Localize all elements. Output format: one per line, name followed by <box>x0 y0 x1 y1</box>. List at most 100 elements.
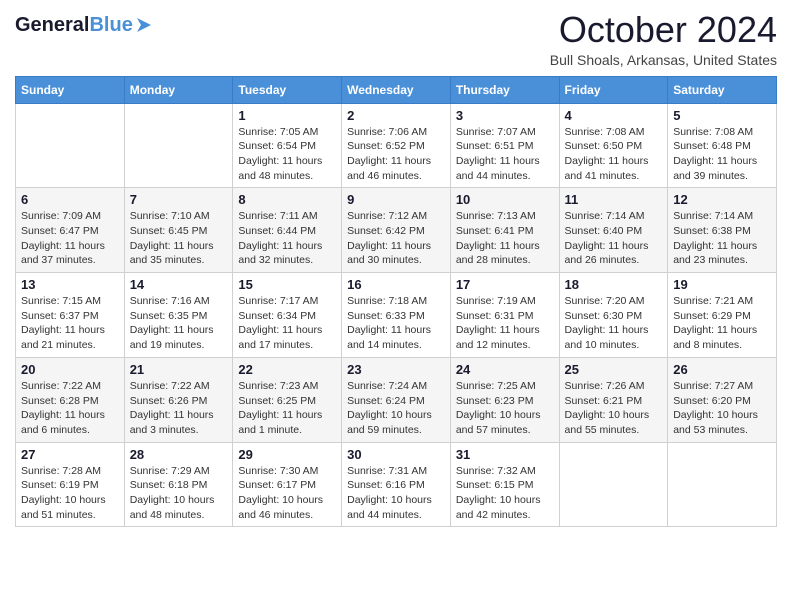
logo-blue-text: Blue <box>89 14 132 36</box>
day-info: Sunrise: 7:30 AM Sunset: 6:17 PM Dayligh… <box>238 464 336 523</box>
day-number: 31 <box>456 447 554 462</box>
week-row-1: 1 Sunrise: 7:05 AM Sunset: 6:54 PM Daylig… <box>16 103 777 188</box>
calendar-cell: 18 Sunrise: 7:20 AM Sunset: 6:30 PM Dayli… <box>559 273 668 358</box>
calendar-cell: 8 Sunrise: 7:11 AM Sunset: 6:44 PM Daylig… <box>233 188 342 273</box>
day-number: 29 <box>238 447 336 462</box>
calendar-cell: 15Sunrise: 7:17 AM Sunset: 6:34 PM Dayli… <box>233 273 342 358</box>
column-header-monday: Monday <box>124 76 233 103</box>
calendar-cell: 14 Sunrise: 7:16 AM Sunset: 6:35 PM Dayli… <box>124 273 233 358</box>
day-number: 28 <box>130 447 228 462</box>
day-info: Sunrise: 7:08 AM Sunset: 6:50 PM Dayligh… <box>565 125 663 184</box>
month-title: October 2024 <box>550 10 777 50</box>
day-number: 9 <box>347 192 445 207</box>
day-info: Sunrise: 7:25 AM Sunset: 6:23 PM Dayligh… <box>456 379 554 438</box>
day-number: 11 <box>565 192 663 207</box>
calendar-cell <box>559 442 668 527</box>
column-header-thursday: Thursday <box>450 76 559 103</box>
day-info: Sunrise: 7:11 AM Sunset: 6:44 PM Dayligh… <box>238 209 336 268</box>
day-number: 1 <box>238 108 336 123</box>
day-number: 23 <box>347 362 445 377</box>
day-info: Sunrise: 7:16 AM Sunset: 6:35 PM Dayligh… <box>130 294 228 353</box>
calendar-cell <box>16 103 125 188</box>
logo-general-text: General <box>15 14 89 36</box>
calendar-cell <box>668 442 777 527</box>
calendar-cell: 13Sunrise: 7:15 AM Sunset: 6:37 PM Dayli… <box>16 273 125 358</box>
day-info: Sunrise: 7:13 AM Sunset: 6:41 PM Dayligh… <box>456 209 554 268</box>
day-info: Sunrise: 7:19 AM Sunset: 6:31 PM Dayligh… <box>456 294 554 353</box>
column-header-saturday: Saturday <box>668 76 777 103</box>
calendar-cell: 19Sunrise: 7:21 AM Sunset: 6:29 PM Dayli… <box>668 273 777 358</box>
column-header-friday: Friday <box>559 76 668 103</box>
calendar-cell: 3 Sunrise: 7:07 AM Sunset: 6:51 PM Daylig… <box>450 103 559 188</box>
week-row-5: 27Sunrise: 7:28 AM Sunset: 6:19 PM Dayli… <box>16 442 777 527</box>
day-number: 27 <box>21 447 119 462</box>
day-number: 16 <box>347 277 445 292</box>
day-number: 24 <box>456 362 554 377</box>
calendar-cell: 9Sunrise: 7:12 AM Sunset: 6:42 PM Daylig… <box>342 188 451 273</box>
day-number: 5 <box>673 108 771 123</box>
day-info: Sunrise: 7:06 AM Sunset: 6:52 PM Dayligh… <box>347 125 445 184</box>
calendar-cell: 27Sunrise: 7:28 AM Sunset: 6:19 PM Dayli… <box>16 442 125 527</box>
day-number: 6 <box>21 192 119 207</box>
calendar-cell: 7 Sunrise: 7:10 AM Sunset: 6:45 PM Daylig… <box>124 188 233 273</box>
day-info: Sunrise: 7:07 AM Sunset: 6:51 PM Dayligh… <box>456 125 554 184</box>
day-number: 25 <box>565 362 663 377</box>
calendar-cell: 1 Sunrise: 7:05 AM Sunset: 6:54 PM Daylig… <box>233 103 342 188</box>
calendar-cell: 20 Sunrise: 7:22 AM Sunset: 6:28 PM Dayli… <box>16 357 125 442</box>
calendar-cell: 26 Sunrise: 7:27 AM Sunset: 6:20 PM Dayli… <box>668 357 777 442</box>
calendar-cell: 6 Sunrise: 7:09 AM Sunset: 6:47 PM Daylig… <box>16 188 125 273</box>
day-number: 10 <box>456 192 554 207</box>
calendar-cell: 11Sunrise: 7:14 AM Sunset: 6:40 PM Dayli… <box>559 188 668 273</box>
day-number: 19 <box>673 277 771 292</box>
day-info: Sunrise: 7:22 AM Sunset: 6:26 PM Dayligh… <box>130 379 228 438</box>
day-number: 26 <box>673 362 771 377</box>
day-number: 18 <box>565 277 663 292</box>
calendar-cell: 29 Sunrise: 7:30 AM Sunset: 6:17 PM Dayli… <box>233 442 342 527</box>
day-number: 30 <box>347 447 445 462</box>
day-info: Sunrise: 7:08 AM Sunset: 6:48 PM Dayligh… <box>673 125 771 184</box>
calendar-cell: 22Sunrise: 7:23 AM Sunset: 6:25 PM Dayli… <box>233 357 342 442</box>
day-number: 2 <box>347 108 445 123</box>
calendar-header-row: SundayMondayTuesdayWednesdayThursdayFrid… <box>16 76 777 103</box>
day-number: 3 <box>456 108 554 123</box>
calendar-cell: 2 Sunrise: 7:06 AM Sunset: 6:52 PM Daylig… <box>342 103 451 188</box>
day-number: 14 <box>130 277 228 292</box>
calendar-cell: 10 Sunrise: 7:13 AM Sunset: 6:41 PM Dayli… <box>450 188 559 273</box>
day-info: Sunrise: 7:18 AM Sunset: 6:33 PM Dayligh… <box>347 294 445 353</box>
calendar-cell: 16 Sunrise: 7:18 AM Sunset: 6:33 PM Dayli… <box>342 273 451 358</box>
day-info: Sunrise: 7:26 AM Sunset: 6:21 PM Dayligh… <box>565 379 663 438</box>
day-info: Sunrise: 7:29 AM Sunset: 6:18 PM Dayligh… <box>130 464 228 523</box>
week-row-3: 13Sunrise: 7:15 AM Sunset: 6:37 PM Dayli… <box>16 273 777 358</box>
day-info: Sunrise: 7:09 AM Sunset: 6:47 PM Dayligh… <box>21 209 119 268</box>
calendar-table: SundayMondayTuesdayWednesdayThursdayFrid… <box>15 76 777 528</box>
calendar-cell: 23 Sunrise: 7:24 AM Sunset: 6:24 PM Dayli… <box>342 357 451 442</box>
day-info: Sunrise: 7:27 AM Sunset: 6:20 PM Dayligh… <box>673 379 771 438</box>
day-number: 22 <box>238 362 336 377</box>
day-number: 21 <box>130 362 228 377</box>
logo-arrow-icon <box>133 14 155 36</box>
day-info: Sunrise: 7:10 AM Sunset: 6:45 PM Dayligh… <box>130 209 228 268</box>
week-row-4: 20 Sunrise: 7:22 AM Sunset: 6:28 PM Dayli… <box>16 357 777 442</box>
logo: General Blue <box>15 10 155 36</box>
calendar-cell: 24 Sunrise: 7:25 AM Sunset: 6:23 PM Dayli… <box>450 357 559 442</box>
day-info: Sunrise: 7:32 AM Sunset: 6:15 PM Dayligh… <box>456 464 554 523</box>
page-header: General Blue October 2024 Bull Shoals, A… <box>15 10 777 68</box>
day-number: 15 <box>238 277 336 292</box>
day-number: 20 <box>21 362 119 377</box>
calendar-cell: 28 Sunrise: 7:29 AM Sunset: 6:18 PM Dayli… <box>124 442 233 527</box>
day-number: 4 <box>565 108 663 123</box>
calendar-cell: 30Sunrise: 7:31 AM Sunset: 6:16 PM Dayli… <box>342 442 451 527</box>
week-row-2: 6 Sunrise: 7:09 AM Sunset: 6:47 PM Daylig… <box>16 188 777 273</box>
day-info: Sunrise: 7:20 AM Sunset: 6:30 PM Dayligh… <box>565 294 663 353</box>
day-info: Sunrise: 7:22 AM Sunset: 6:28 PM Dayligh… <box>21 379 119 438</box>
day-number: 8 <box>238 192 336 207</box>
day-info: Sunrise: 7:24 AM Sunset: 6:24 PM Dayligh… <box>347 379 445 438</box>
day-info: Sunrise: 7:05 AM Sunset: 6:54 PM Dayligh… <box>238 125 336 184</box>
calendar-cell: 21 Sunrise: 7:22 AM Sunset: 6:26 PM Dayli… <box>124 357 233 442</box>
day-info: Sunrise: 7:14 AM Sunset: 6:38 PM Dayligh… <box>673 209 771 268</box>
calendar-cell: 12Sunrise: 7:14 AM Sunset: 6:38 PM Dayli… <box>668 188 777 273</box>
column-header-tuesday: Tuesday <box>233 76 342 103</box>
day-number: 7 <box>130 192 228 207</box>
day-number: 13 <box>21 277 119 292</box>
title-block: October 2024 Bull Shoals, Arkansas, Unit… <box>550 10 777 68</box>
